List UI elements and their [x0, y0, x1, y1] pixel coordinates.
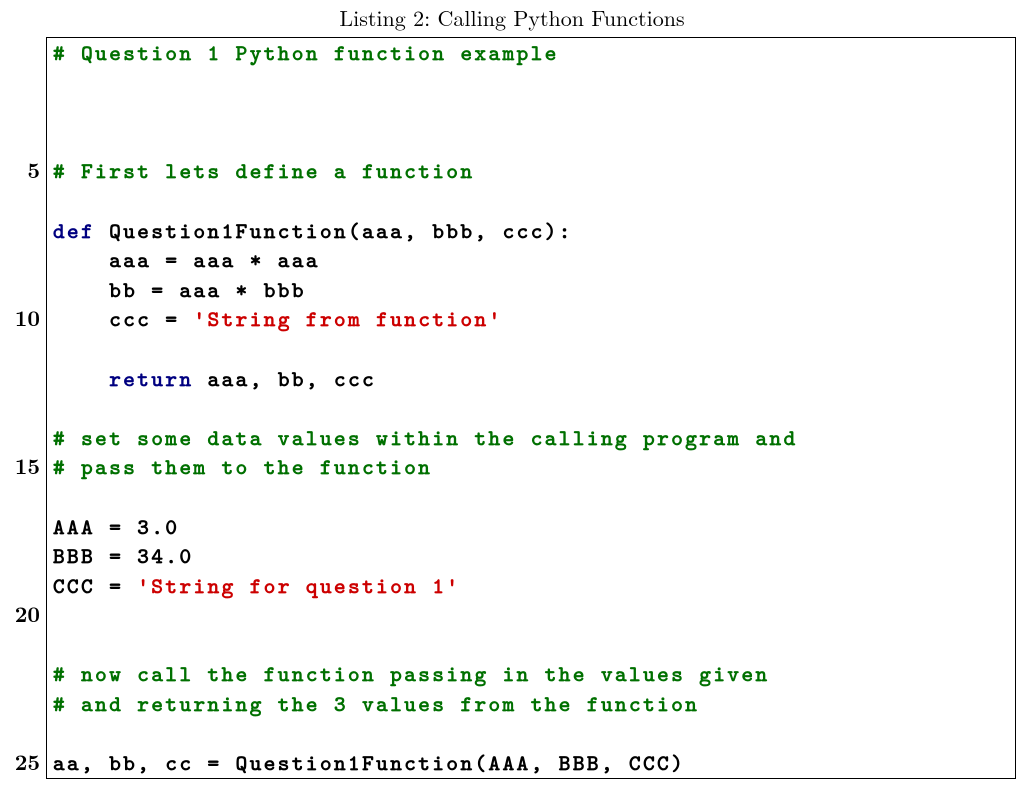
code-line: # pass them to the function — [53, 452, 1009, 482]
token-default: AAA = 3.0 — [53, 512, 179, 541]
token-default: BBB = 34.0 — [53, 541, 194, 570]
code-line — [53, 68, 1009, 98]
line-number — [8, 688, 40, 718]
code-area: # Question 1 Python function example # F… — [46, 37, 1016, 779]
code-line — [53, 97, 1009, 127]
token-comment: # First lets define a function — [53, 156, 475, 185]
line-number — [8, 96, 40, 126]
code-line: aaa = aaa * aaa — [53, 245, 1009, 275]
token-default: Question1Function(aaa, bbb, ccc): — [95, 216, 573, 245]
code-line: CCC = 'String for question 1' — [53, 571, 1009, 601]
token-string: 'String from function' — [194, 304, 503, 333]
line-number — [8, 629, 40, 659]
code-line — [53, 393, 1009, 423]
code-line: # and returning the 3 values from the fu… — [53, 689, 1009, 719]
line-number — [8, 511, 40, 541]
code-line: AAA = 3.0 — [53, 512, 1009, 542]
line-number — [8, 37, 40, 67]
code-block: 5 10 15 20 25 # Question 1 Python functi… — [8, 37, 1016, 779]
code-line: # now call the function passing in the v… — [53, 659, 1009, 689]
code-line — [53, 127, 1009, 157]
code-line — [53, 630, 1009, 660]
line-number — [8, 67, 40, 97]
token-keyword: def — [53, 216, 95, 245]
token-default — [53, 364, 109, 393]
line-number: 5 — [8, 155, 40, 185]
token-default: bb = aaa * bbb — [53, 275, 306, 304]
token-default: aaa, bb, ccc — [194, 364, 377, 393]
line-number — [8, 422, 40, 452]
token-string: 'String for question 1' — [137, 571, 460, 600]
line-number — [8, 658, 40, 688]
line-number: 25 — [8, 747, 40, 777]
token-comment: # now call the function passing in the v… — [53, 659, 770, 688]
token-comment: # pass them to the function — [53, 452, 432, 481]
listing-caption: Listing 2: Calling Python Functions — [0, 2, 1024, 33]
line-number — [8, 540, 40, 570]
line-number — [8, 481, 40, 511]
code-line: aa, bb, cc = Question1Function(AAA, BBB,… — [53, 748, 1009, 778]
line-numbers-gutter: 5 10 15 20 25 — [8, 37, 46, 779]
code-line: bb = aaa * bbb — [53, 275, 1009, 305]
line-number: 15 — [8, 451, 40, 481]
token-keyword: return — [109, 364, 193, 393]
code-line: # First lets define a function — [53, 156, 1009, 186]
line-number — [8, 333, 40, 363]
line-number: 20 — [8, 599, 40, 629]
token-comment: # and returning the 3 values from the fu… — [53, 689, 699, 718]
token-default: ccc = — [53, 304, 194, 333]
line-number — [8, 718, 40, 748]
code-line — [53, 482, 1009, 512]
line-number — [8, 185, 40, 215]
code-line: BBB = 34.0 — [53, 541, 1009, 571]
code-line — [53, 186, 1009, 216]
line-number — [8, 215, 40, 245]
line-number — [8, 126, 40, 156]
listing-wrapper: Listing 2: Calling Python Functions 5 10… — [0, 0, 1024, 779]
code-line — [53, 334, 1009, 364]
code-line — [53, 600, 1009, 630]
code-line: def Question1Function(aaa, bbb, ccc): — [53, 216, 1009, 246]
code-line: return aaa, bb, ccc — [53, 364, 1009, 394]
line-number — [8, 570, 40, 600]
token-default: CCC = — [53, 571, 137, 600]
line-number: 10 — [8, 303, 40, 333]
token-default: aa, bb, cc = Question1Function(AAA, BBB,… — [53, 748, 685, 777]
code-line: # set some data values within the callin… — [53, 423, 1009, 453]
line-number — [8, 392, 40, 422]
line-number — [8, 274, 40, 304]
token-default: aaa = aaa * aaa — [53, 245, 320, 274]
line-number — [8, 244, 40, 274]
line-number — [8, 363, 40, 393]
code-line: # Question 1 Python function example — [53, 38, 1009, 68]
code-line: ccc = 'String from function' — [53, 304, 1009, 334]
code-line — [53, 719, 1009, 749]
token-comment: # set some data values within the callin… — [53, 423, 798, 452]
token-comment: # Question 1 Python function example — [53, 38, 559, 67]
